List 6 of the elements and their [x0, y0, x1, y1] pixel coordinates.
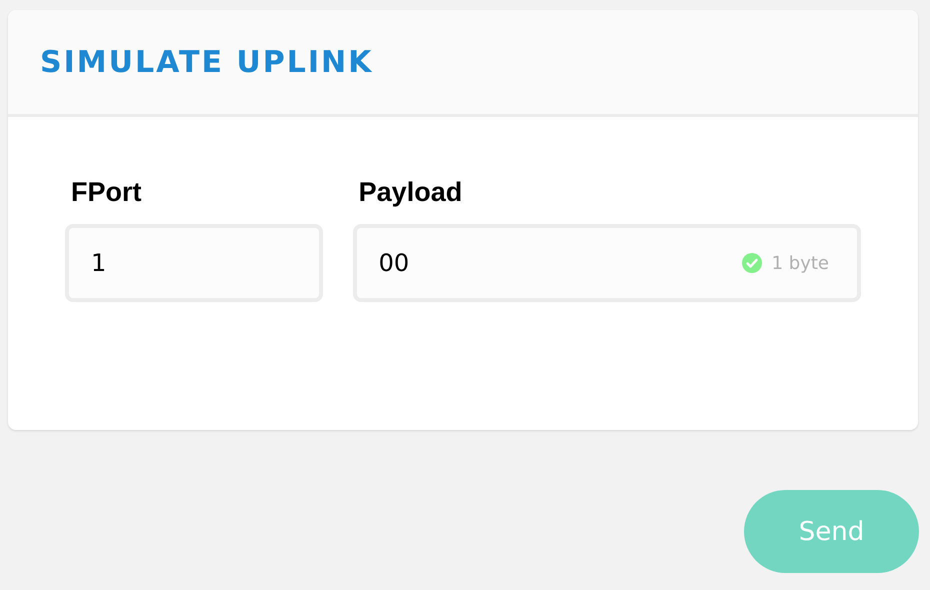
- field-label: FPort: [70, 177, 142, 208]
- input-field[interactable]: 00 1 byte: [352, 224, 861, 302]
- field-label: Payload: [358, 177, 464, 208]
- card-title: SIMULATE UPLINK: [40, 44, 374, 80]
- input-field[interactable]: 1: [65, 224, 323, 302]
- byte-count: 1 byte: [772, 252, 829, 274]
